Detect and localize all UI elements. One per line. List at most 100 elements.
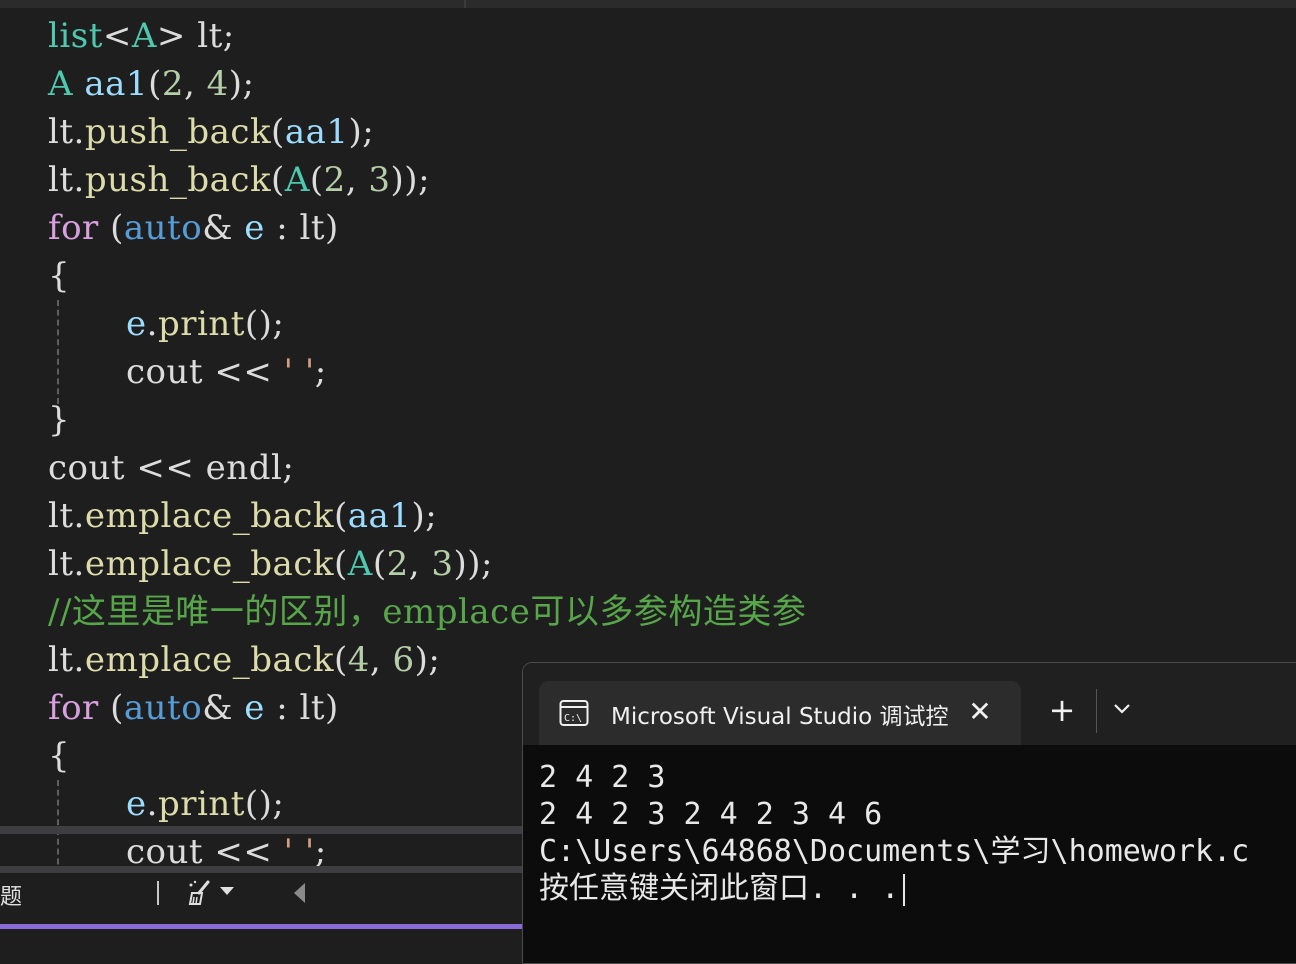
output-line-prompt: 按任意键关闭此窗口. . . bbox=[539, 870, 1296, 907]
token: . bbox=[146, 304, 158, 344]
token: (); bbox=[244, 304, 285, 344]
token: & bbox=[202, 688, 245, 728]
token-type: A bbox=[347, 544, 373, 584]
token-function: push_back bbox=[84, 112, 272, 152]
token: ( bbox=[271, 112, 285, 152]
token: { bbox=[48, 256, 71, 296]
token: cout bbox=[48, 448, 126, 488]
token: . bbox=[146, 784, 158, 824]
code-line-11: lt.emplace_back(aa1); bbox=[48, 492, 437, 540]
svg-text:C:\: C:\ bbox=[564, 713, 582, 724]
token-variable: e bbox=[126, 784, 147, 824]
token-function: emplace_back bbox=[84, 640, 334, 680]
code-line-16: { bbox=[48, 732, 70, 780]
close-tab-button[interactable]: ✕ bbox=[965, 697, 995, 727]
token-type: A bbox=[131, 16, 157, 56]
token: lt. bbox=[48, 496, 85, 536]
token: ( bbox=[271, 160, 285, 200]
code-line-4: lt.push_back(A(2, 3)); bbox=[48, 156, 430, 204]
token: lt bbox=[299, 208, 326, 248]
code-line-8: cout << ' '; bbox=[126, 348, 327, 396]
token-function: print bbox=[157, 304, 245, 344]
token-keyword: for bbox=[48, 688, 99, 728]
token: ( bbox=[333, 544, 348, 584]
token-variable: aa1 bbox=[284, 112, 349, 152]
token-type: A bbox=[284, 160, 310, 200]
token: { bbox=[48, 736, 71, 776]
token-function: push_back bbox=[84, 160, 272, 200]
token: ) bbox=[325, 688, 339, 728]
code-line-13: //这里是唯一的区别，emplace可以多参构造类参 bbox=[48, 588, 806, 636]
code-line-12: lt.emplace_back(A(2, 3)); bbox=[48, 540, 493, 588]
code-line-7: e.print(); bbox=[126, 300, 284, 348]
token-variable: e bbox=[244, 688, 265, 728]
token: )); bbox=[390, 160, 431, 200]
code-line-1: list<A> lt; bbox=[48, 12, 235, 60]
token: << bbox=[203, 352, 284, 392]
token: cout bbox=[126, 832, 204, 870]
token-type: A bbox=[48, 64, 74, 104]
new-tab-button[interactable]: + bbox=[1047, 694, 1077, 726]
token-function: print bbox=[157, 784, 245, 824]
text-cursor bbox=[903, 873, 906, 906]
token: ( bbox=[372, 544, 387, 584]
token-string: ' ' bbox=[283, 832, 315, 870]
token-number: 2 bbox=[161, 64, 184, 104]
token-number: 3 bbox=[431, 544, 454, 584]
token-function: emplace_back bbox=[84, 496, 334, 536]
code-line-3: lt.push_back(aa1); bbox=[48, 108, 374, 156]
indent-guide bbox=[57, 300, 59, 404]
token: ; bbox=[282, 448, 295, 488]
token-string: ' ' bbox=[283, 352, 315, 392]
token-type: list bbox=[48, 16, 103, 56]
token-function: emplace_back bbox=[84, 544, 334, 584]
output-line: C:\Users\64868\Documents\学习\homework.c bbox=[539, 834, 1250, 869]
output-line: 2 4 2 3 bbox=[539, 760, 666, 795]
terminal-tab-strip: C:\ Microsoft Visual Studio 调试控 ✕ + bbox=[523, 663, 1296, 745]
clean-brush-icon[interactable] bbox=[186, 879, 214, 907]
token: << bbox=[125, 448, 206, 488]
chevron-down-icon[interactable] bbox=[220, 887, 234, 895]
tab-separator bbox=[464, 0, 466, 8]
token-number: 2 bbox=[323, 160, 346, 200]
code-line-15: for (auto& e : lt) bbox=[48, 684, 339, 732]
terminal-window[interactable]: C:\ Microsoft Visual Studio 调试控 ✕ + 2 4 … bbox=[522, 662, 1296, 964]
token-comment: //这里是唯一的区别，emplace可以多参构造类参 bbox=[48, 592, 807, 632]
token-variable: e bbox=[126, 304, 147, 344]
code-line-17: e.print(); bbox=[126, 780, 284, 828]
token-number: 2 bbox=[386, 544, 409, 584]
token-keyword: auto bbox=[123, 688, 203, 728]
token-variable: aa1 bbox=[347, 496, 412, 536]
terminal-tab[interactable]: C:\ Microsoft Visual Studio 调试控 ✕ bbox=[539, 681, 1021, 745]
code-line-5: for (auto& e : lt) bbox=[48, 204, 339, 252]
token-variable: e bbox=[244, 208, 265, 248]
token: lt. bbox=[48, 640, 85, 680]
status-bar: 题 bbox=[0, 872, 522, 925]
token: } bbox=[48, 400, 71, 440]
prompt-text: 按任意键关闭此窗口. . . bbox=[539, 871, 900, 906]
code-line-10: cout << endl; bbox=[48, 444, 294, 492]
code-line-6: { bbox=[48, 252, 70, 300]
token: & bbox=[202, 208, 245, 248]
status-accent-bar bbox=[0, 924, 522, 929]
chevron-down-icon[interactable] bbox=[1111, 697, 1133, 719]
horizontal-scrollbar[interactable] bbox=[0, 826, 522, 834]
token: , bbox=[345, 160, 369, 200]
token: ( bbox=[98, 688, 124, 728]
token-number: 4 bbox=[347, 640, 370, 680]
token: lt; bbox=[185, 16, 235, 56]
token: ; bbox=[314, 352, 327, 392]
code-line-9: } bbox=[48, 396, 70, 444]
scroll-left-icon[interactable] bbox=[294, 883, 305, 903]
token: (); bbox=[244, 784, 285, 824]
token: ; bbox=[314, 832, 327, 870]
token-number: 4 bbox=[206, 64, 229, 104]
status-divider bbox=[157, 881, 159, 905]
token: ); bbox=[411, 496, 438, 536]
code-line-18: cout << ' '; bbox=[126, 828, 327, 870]
top-tab-strip bbox=[0, 0, 1296, 8]
token: ); bbox=[348, 112, 375, 152]
terminal-tab-title: Microsoft Visual Studio 调试控 bbox=[611, 704, 949, 730]
terminal-output[interactable]: 2 4 2 3 2 4 2 3 2 4 2 3 4 6 C:\Users\648… bbox=[539, 759, 1296, 907]
